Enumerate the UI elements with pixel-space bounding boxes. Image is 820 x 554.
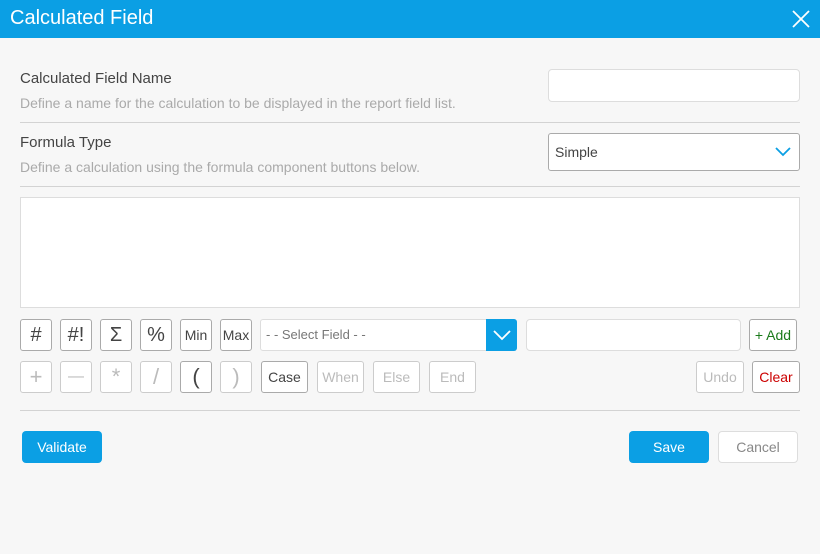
select-field-dropdown[interactable]: - - Select Field - -: [260, 319, 517, 351]
calculated-field-name-label: Calculated Field Name: [20, 70, 172, 87]
clear-button[interactable]: Clear: [752, 361, 800, 393]
chevron-down-icon[interactable]: [486, 319, 517, 351]
divider: [20, 410, 800, 411]
close-paren-button[interactable]: ): [220, 361, 252, 393]
calculated-field-name-input[interactable]: [548, 69, 800, 102]
cancel-button[interactable]: Cancel: [718, 431, 798, 463]
chevron-down-icon: [775, 147, 791, 157]
select-field-value: - - Select Field - -: [266, 327, 366, 342]
add-button[interactable]: + Add: [749, 319, 797, 351]
distinct-field-button[interactable]: #!: [60, 319, 92, 351]
field-button[interactable]: #: [20, 319, 52, 351]
dialog-title: Calculated Field: [10, 7, 154, 29]
open-paren-button[interactable]: (: [180, 361, 212, 393]
dialog-titlebar: Calculated Field: [0, 0, 820, 38]
divide-button[interactable]: /: [140, 361, 172, 393]
min-button[interactable]: Min: [180, 319, 212, 351]
else-button[interactable]: Else: [373, 361, 420, 393]
when-button[interactable]: When: [317, 361, 364, 393]
max-button[interactable]: Max: [220, 319, 252, 351]
validate-button[interactable]: Validate: [22, 431, 102, 463]
percent-button[interactable]: %: [140, 319, 172, 351]
formula-editor[interactable]: [20, 197, 800, 308]
multiply-button[interactable]: *: [100, 361, 132, 393]
divider: [20, 186, 800, 187]
sum-button[interactable]: Σ: [100, 319, 132, 351]
case-button[interactable]: Case: [261, 361, 308, 393]
formula-type-label: Formula Type: [20, 134, 112, 151]
formula-type-select[interactable]: Simple: [548, 133, 800, 171]
formula-type-description: Define a calculation using the formula c…: [20, 159, 421, 175]
end-button[interactable]: End: [429, 361, 476, 393]
undo-button[interactable]: Undo: [696, 361, 744, 393]
minus-button[interactable]: —: [60, 361, 92, 393]
calculated-field-name-description: Define a name for the calculation to be …: [20, 95, 456, 111]
formula-type-value: Simple: [555, 144, 598, 160]
constant-value-input[interactable]: [526, 319, 741, 351]
plus-button[interactable]: +: [20, 361, 52, 393]
divider: [20, 122, 800, 123]
close-icon[interactable]: [790, 8, 812, 30]
save-button[interactable]: Save: [629, 431, 709, 463]
